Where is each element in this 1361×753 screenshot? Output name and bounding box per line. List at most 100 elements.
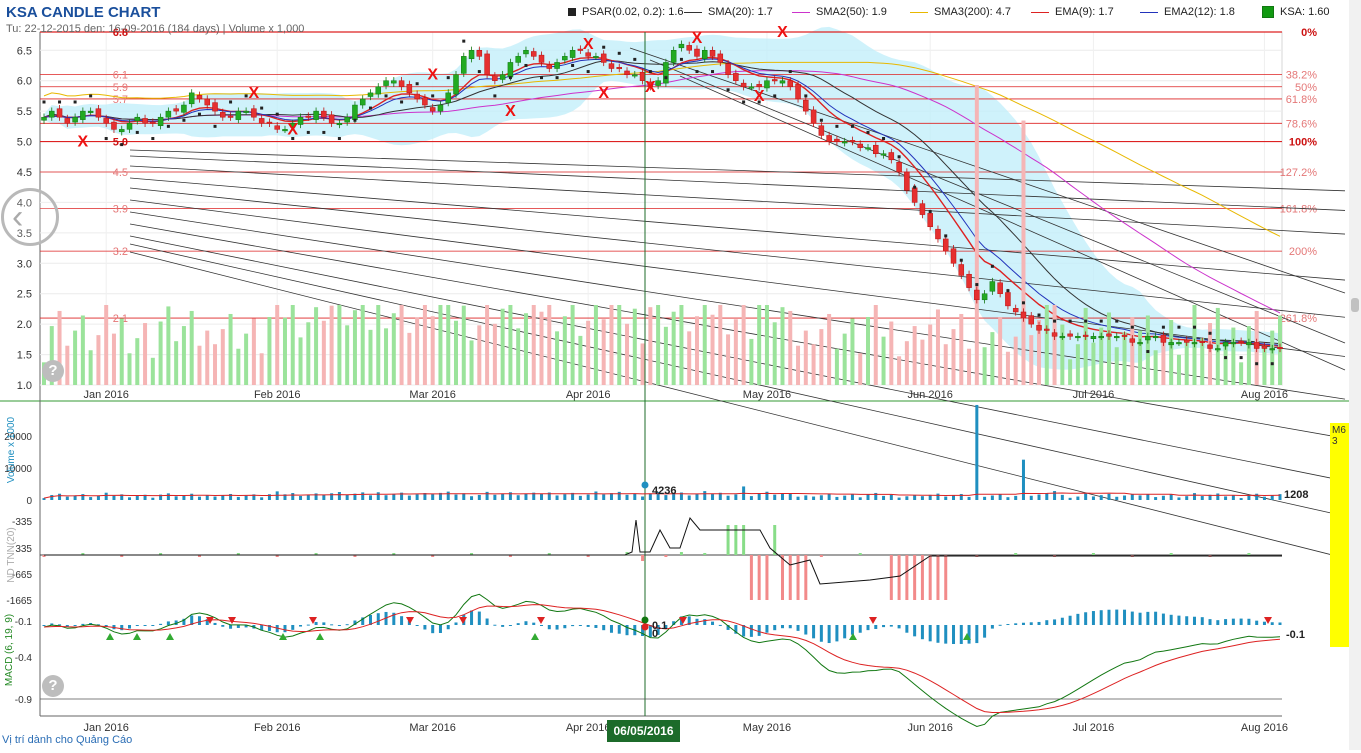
candle — [391, 80, 397, 84]
legend-label: SMA3(200): 4.7 — [934, 6, 1012, 18]
candle — [771, 79, 778, 82]
volume-panel-bar — [711, 494, 715, 500]
volume-panel-bar — [1014, 495, 1018, 500]
volume-bar — [158, 321, 163, 385]
volume-panel-bar — [866, 494, 870, 500]
netflow-bar — [936, 555, 940, 600]
pattern-x-marker: X — [692, 30, 703, 47]
candle — [383, 80, 389, 86]
legend-item[interactable]: PSAR(0.02, 0.2): 1.6 — [568, 6, 684, 18]
candle — [80, 110, 86, 120]
legend-item[interactable]: SMA3(200): 4.7 — [910, 6, 1011, 18]
volume-bar — [562, 316, 567, 385]
volume-panel-bar — [1068, 497, 1072, 500]
candle — [1036, 325, 1042, 331]
volume-bar — [586, 320, 591, 385]
volume-bar — [1176, 354, 1181, 385]
candle — [437, 104, 444, 112]
psar-dot — [104, 137, 108, 141]
volume-panel-bar — [858, 497, 862, 500]
volume-panel-bar — [594, 491, 598, 500]
candle — [313, 110, 319, 120]
psar-dot — [73, 100, 77, 104]
volume-panel-bar — [260, 497, 264, 500]
candle — [702, 50, 708, 60]
macd-histogram-bar — [804, 625, 808, 635]
volume-panel-bar — [835, 496, 839, 500]
volume-panel-bar — [524, 493, 528, 500]
candle — [1207, 344, 1213, 349]
legend-item[interactable]: SMA2(50): 1.9 — [792, 6, 887, 18]
psar-dot — [1161, 325, 1165, 329]
scrollbar-thumb[interactable] — [1351, 298, 1359, 312]
psar-dot — [633, 57, 637, 61]
volume-panel-bar — [944, 496, 948, 500]
volume-bar — [1075, 344, 1080, 385]
candle — [981, 293, 988, 301]
nav-back-button[interactable]: ‹ — [1, 188, 59, 246]
cursor-signal-point — [641, 623, 649, 631]
fib-right-label: 38.2% — [1286, 70, 1317, 82]
macd-histogram-bar — [959, 625, 963, 644]
candle — [1230, 342, 1237, 345]
legend-swatch — [792, 11, 810, 13]
ad-placeholder-text[interactable]: Vị trí dành cho Quảng Cáo — [2, 734, 132, 746]
volume-bar — [694, 316, 699, 385]
candle — [950, 248, 957, 264]
candle — [1183, 339, 1190, 343]
macd-histogram-bar — [1224, 619, 1228, 625]
legend-item[interactable]: KSA: 1.60 — [1262, 6, 1330, 19]
macd-tick-label: -0.1 — [15, 617, 33, 628]
volume-panel-bar — [221, 495, 225, 500]
volume-panel-bar — [501, 493, 505, 500]
pattern-x-marker: X — [583, 36, 594, 53]
candle — [593, 56, 599, 59]
volume-axis-label: Volume x 1000 — [6, 416, 17, 483]
netflow-bar — [905, 555, 909, 600]
candle — [733, 73, 739, 81]
candle — [678, 43, 685, 49]
psar-dot — [913, 185, 917, 189]
fib-right-label: 200% — [1289, 246, 1317, 258]
legend-item[interactable]: EMA(9): 1.7 — [1031, 6, 1114, 18]
candle — [896, 161, 902, 173]
netflow-bar — [703, 553, 707, 555]
candle — [398, 80, 405, 88]
psar-dot — [540, 76, 544, 80]
psar-dot — [1146, 350, 1150, 354]
macd-axis-label: MACD (6, 19, 9) — [4, 614, 15, 686]
volume-bar — [213, 344, 218, 385]
macd-histogram-bar — [291, 625, 295, 630]
legend-item[interactable]: EMA2(12): 1.8 — [1140, 6, 1235, 18]
candle — [414, 93, 420, 100]
vertical-scrollbar[interactable] — [1349, 0, 1361, 750]
psar-dot — [773, 94, 777, 98]
psar-dot — [804, 94, 808, 98]
volume-panel-bar — [625, 494, 629, 500]
volume-panel-bar — [563, 494, 567, 500]
candle — [266, 121, 273, 124]
volume-bar — [858, 353, 863, 385]
macd-histogram-bar — [1200, 617, 1204, 625]
macd-histogram-bar — [431, 625, 435, 634]
volume-bar — [547, 305, 552, 385]
netflow-bar — [664, 555, 668, 557]
pattern-x-marker: X — [78, 134, 89, 151]
candle — [670, 50, 677, 63]
macd-histogram-bar — [1045, 620, 1049, 625]
pattern-x-marker: X — [249, 85, 260, 102]
volume-panel-bar — [407, 495, 411, 500]
macd-histogram-bar — [1185, 616, 1189, 625]
chart-canvas[interactable]: 1.01.52.02.53.03.54.04.55.05.56.06.5Jan … — [0, 0, 1361, 750]
macd-histogram-bar — [1091, 611, 1095, 625]
volume-bar — [555, 331, 560, 385]
volume-bar — [632, 308, 637, 385]
help-icon[interactable]: ? — [42, 360, 64, 382]
legend-item[interactable]: SMA(20): 1.7 — [684, 6, 773, 18]
volume-bar — [741, 305, 746, 385]
help-icon[interactable]: ? — [42, 675, 64, 697]
stock-chart[interactable]: 1.0 1.5 2.0 2.5 3.0 3.5 4.0 4.5 5.0 5.5 6.0 6.5 Jan … — [0, 0, 1361, 750]
fib-left-label: 5.7 — [113, 94, 128, 106]
psar-dot — [742, 100, 746, 104]
volume-panel-bar — [314, 493, 318, 500]
